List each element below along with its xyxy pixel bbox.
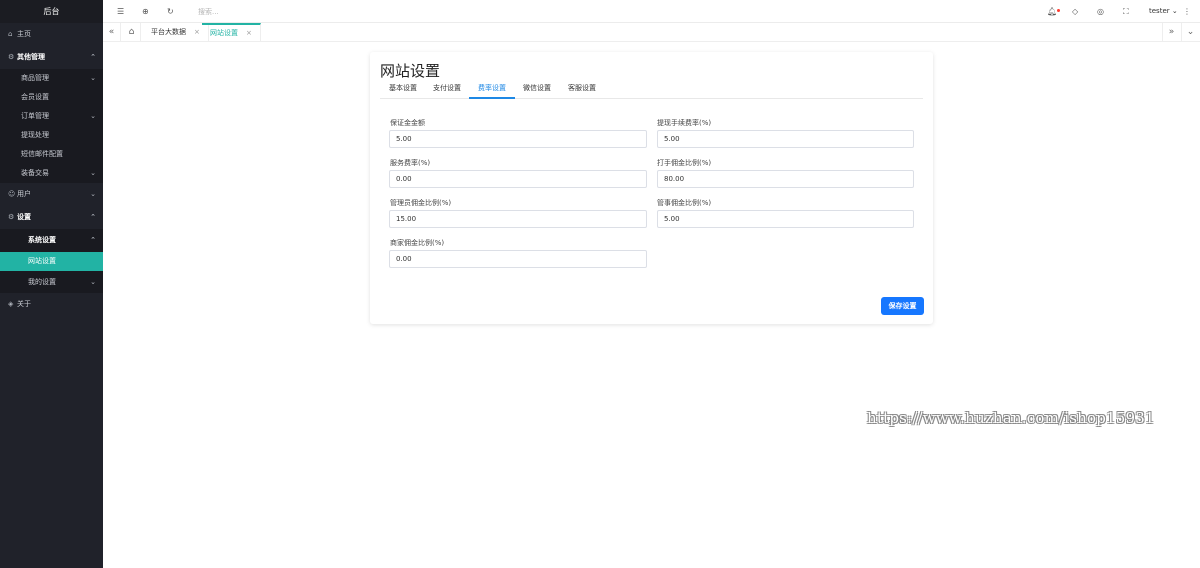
admin-commission-input[interactable] [389,210,647,228]
sidebar-item-label: 我的设置 [28,278,56,286]
service-fee-rate-label: 服务费率(%) [390,159,431,167]
sidebar-item-label: 用户 [17,190,31,198]
sidebar-item-orders[interactable]: 订单管理 ⌄ [0,107,103,126]
tab-wechat-settings[interactable]: 微信设置 [514,81,560,99]
service-fee-rate-input[interactable] [389,170,647,188]
sidebar-item-goods[interactable]: 商品管理 ⌄ [0,69,103,88]
chevron-down-icon: ⌄ [90,74,96,82]
home-icon: ⌂ [8,30,13,38]
sidebar-item-settings[interactable]: ⚙ 设置 ⌃ [0,206,103,229]
tag-icon[interactable]: ◇ [1072,0,1078,23]
theme-icon[interactable]: ◎ [1097,0,1104,23]
tab-website-settings[interactable]: 网站设置 × [202,23,261,41]
menu-icon[interactable]: ☰ [117,0,124,23]
settings-tabs: 基本设置 支付设置 费率设置 微信设置 客服设置 [380,81,923,99]
tab-label: 网站设置 [210,29,238,37]
admin-commission-label: 管理员佣金比例(%) [390,199,452,207]
chevron-down-icon: ⌄ [1171,7,1178,15]
close-icon[interactable]: × [246,29,252,37]
chevron-down-icon: ⌄ [90,112,96,120]
sidebar-item-label: 短信邮件配置 [21,150,63,158]
fullscreen-icon[interactable]: ⛶ [1123,0,1129,23]
sidebar-item-label: 会员设置 [21,93,49,101]
top-bar: ☰ ⊕ ↻ 🔔︎ ◇ ◎ ⛶ tester ⌄ ⋮ [103,0,1200,23]
sidebar-item-label: 订单管理 [21,112,49,120]
bell-icon[interactable]: 🔔︎ [1047,0,1061,23]
sidebar-item-other-management[interactable]: ⚙ 其他管理 ⌃ [0,46,103,69]
user-menu[interactable]: tester ⌄ [1149,0,1178,23]
manager-commission-input[interactable] [657,210,914,228]
deposit-amount-input[interactable] [389,130,647,148]
gear-icon: ⚙ [8,53,15,61]
tab-platform-data[interactable]: 平台大数据 × [143,23,209,41]
tab-payment-settings[interactable]: 支付设置 [424,81,470,99]
sidebar-item-about[interactable]: ◈ 关于 [0,293,103,316]
deposit-amount-label: 保证金金额 [390,119,425,127]
chevron-up-icon: ⌃ [90,236,96,244]
sidebar-item-website-settings[interactable]: 网站设置 [0,252,103,271]
chevron-down-icon: ⌄ [90,190,96,198]
settings-card: 网站设置 基本设置 支付设置 费率设置 微信设置 客服设置 保证金金额 提现手续… [370,52,933,324]
sidebar-item-label: 设置 [17,213,31,221]
merchant-commission-label: 商家佣金比例(%) [390,239,445,247]
withdrawal-fee-rate-label: 提现手续费率(%) [657,119,712,127]
sidebar-item-equipment-trade[interactable]: 装备交易 ⌄ [0,164,103,183]
sidebar-item-system-settings[interactable]: 系统设置 ⌃ [0,229,103,252]
merchant-commission-input[interactable] [389,250,647,268]
brand-title: 后台 [0,0,103,23]
sidebar-item-label: 系统设置 [28,236,56,244]
sidebar-item-label: 关于 [17,300,31,308]
gear-icon: ⚙ [8,213,15,221]
username: tester [1149,7,1170,15]
chevron-down-icon: ⌄ [90,169,96,177]
globe-icon[interactable]: ⊕ [142,0,149,23]
sidebar-item-home[interactable]: ⌂ 主页 [0,23,103,46]
refresh-icon[interactable]: ↻ [167,0,174,23]
tab-basic-settings[interactable]: 基本设置 [380,81,426,99]
search-input[interactable] [198,4,318,19]
sidebar-item-label: 提现处理 [21,131,49,139]
sidebar-item-sms-email[interactable]: 短信邮件配置 [0,145,103,164]
page-title: 网站设置 [380,62,441,80]
more-vertical-icon[interactable]: ⋮ [1183,0,1191,23]
close-icon[interactable]: × [194,28,200,36]
chevron-up-icon: ⌃ [90,213,96,221]
notification-dot [1057,9,1061,12]
page-tabs-bar: « ⌂ 平台大数据 × 网站设置 × » ⌄ [103,23,1200,42]
tab-rate-settings[interactable]: 费率设置 [469,81,515,99]
sidebar-item-label: 装备交易 [21,169,49,177]
player-commission-label: 打手佣金比例(%) [657,159,712,167]
player-commission-input[interactable] [657,170,914,188]
sidebar-item-my-settings[interactable]: 我的设置 ⌄ [0,271,103,293]
tab-label: 平台大数据 [151,28,186,36]
sidebar-item-member-settings[interactable]: 会员设置 [0,88,103,107]
sidebar-item-withdrawals[interactable]: 提现处理 [0,126,103,145]
chevron-down-icon: ⌄ [90,278,96,286]
chevron-up-icon: ⌃ [90,53,96,61]
sidebar-item-label: 网站设置 [28,257,56,265]
save-settings-button[interactable]: 保存设置 [881,297,924,315]
sidebar-item-label: 主页 [17,30,31,38]
manager-commission-label: 管事佣金比例(%) [657,199,712,207]
tabs-menu-icon[interactable]: ⌄ [1181,23,1199,41]
user-icon: ☺ [8,190,16,198]
shield-icon: ◈ [8,300,14,308]
tabs-scroll-right-icon[interactable]: » [1162,23,1180,41]
sidebar-item-label: 其他管理 [17,53,45,61]
sidebar: 后台 ⌂ 主页 ⚙ 其他管理 ⌃ 商品管理 ⌄ 会员设置 订单管理 ⌄ 提现处理 短… [0,0,103,568]
tabs-scroll-left-icon[interactable]: « [103,23,121,41]
submenu-other-management: 商品管理 ⌄ 会员设置 订单管理 ⌄ 提现处理 短信邮件配置 装备交易 ⌄ [0,69,103,183]
sidebar-item-users[interactable]: ☺ 用户 ⌄ [0,183,103,206]
withdrawal-fee-rate-input[interactable] [657,130,914,148]
tab-customer-service-settings[interactable]: 客服设置 [559,81,605,99]
sidebar-item-label: 商品管理 [21,74,49,82]
submenu-settings: 系统设置 ⌃ 网站设置 我的设置 ⌄ [0,229,103,293]
watermark-text: https://www.huzhan.com/ishop15931 [867,409,1155,427]
home-tab-icon[interactable]: ⌂ [123,23,141,41]
